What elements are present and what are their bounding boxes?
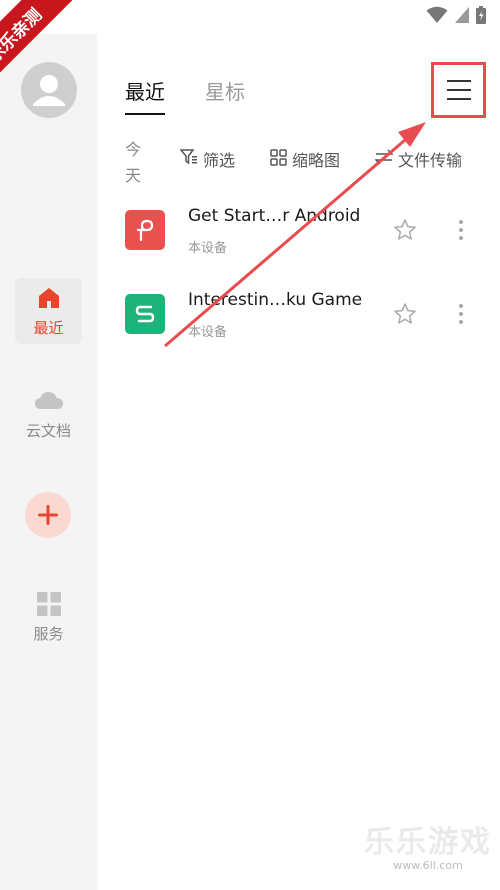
filter-label: 筛选 [203,151,236,170]
file-name: Get Start…r Android [188,206,361,226]
file-location: 本设备 [188,241,228,256]
watermark-logo: 乐乐游戏 www.6ll.com [364,817,492,872]
sidebar-item-label: 服务 [33,625,64,643]
file-row[interactable]: Interestin…ku Game 本设备 [125,290,485,354]
sidebar-item-label: 最近 [33,319,64,337]
file-location: 本设备 [188,325,228,340]
user-icon [33,75,65,106]
wifi-icon [426,6,448,28]
more-options-icon[interactable] [455,302,467,330]
signal-icon [454,6,470,28]
sidebar-item-services[interactable]: 服务 [15,584,82,650]
menu-button[interactable] [431,62,486,118]
star-icon[interactable] [393,218,417,246]
star-icon[interactable] [393,302,417,330]
sidebar-item-label: 云文档 [25,422,71,440]
thumbnail-grid-icon [270,148,287,170]
plus-icon [38,505,58,525]
filter-button[interactable]: 筛选 [179,147,236,171]
file-transfer-button[interactable]: 文件传输 [374,147,463,171]
hamburger-menu-icon [446,80,471,100]
add-button[interactable] [25,492,71,538]
spreadsheet-file-icon [125,294,165,334]
filter-icon [179,149,198,169]
tab-recent[interactable]: 最近 [125,76,165,115]
watermark-brand: 乐乐游戏 [364,825,492,860]
transfer-icon [374,149,394,169]
file-row[interactable]: Get Start…r Android 本设备 [125,206,485,270]
grid-icon [36,592,61,620]
status-bar [0,0,500,34]
transfer-label: 文件传输 [398,151,463,170]
sidebar [0,34,97,890]
thumbnail-label: 缩略图 [292,151,341,170]
more-options-icon[interactable] [455,218,467,246]
toolbar: 今天 筛选 缩略图 文件传输 [125,137,500,187]
battery-icon [476,6,486,28]
avatar[interactable] [21,62,77,118]
sidebar-item-cloud-docs[interactable]: 云文档 [15,381,82,447]
cloud-icon [34,389,64,417]
pdf-file-icon [125,210,165,250]
tab-starred[interactable]: 星标 [205,76,245,115]
header-tabs: 最近 星标 [125,76,245,115]
thumbnail-view-button[interactable]: 缩略图 [270,147,340,171]
sidebar-item-recent[interactable]: 最近 [15,278,82,344]
date-group-label: 今天 [125,140,142,185]
file-name: Interestin…ku Game [188,290,363,310]
home-icon [37,286,61,314]
